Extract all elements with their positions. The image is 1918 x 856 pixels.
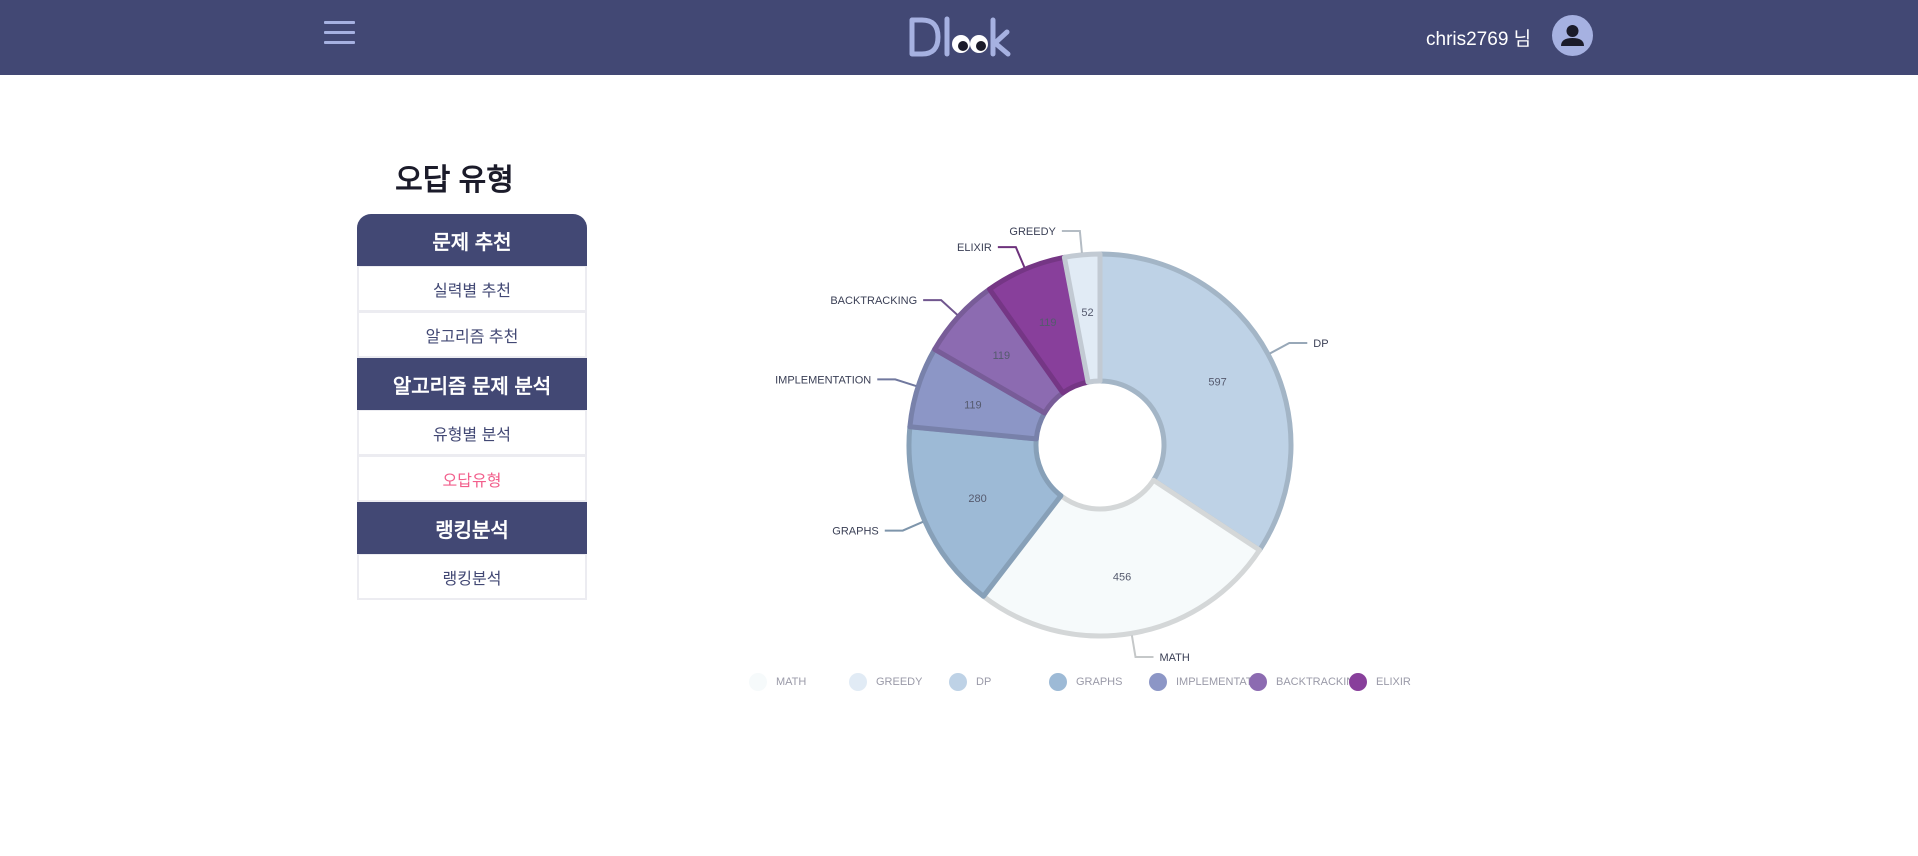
slice-label-graphs: GRAPHS (832, 526, 878, 538)
sidebar-section-algorithm-analysis[interactable]: 알고리즘 문제 분석 (357, 358, 587, 410)
sidebar-item-algorithm-recommendation[interactable]: 알고리즘 추천 (357, 312, 587, 358)
legend-item-greedy[interactable]: GREEDY (849, 670, 922, 694)
legend-swatch (1249, 673, 1267, 691)
legend-label: ELIXIR (1376, 676, 1411, 688)
slice-value-math: 456 (1113, 572, 1131, 584)
legend-swatch (1149, 673, 1167, 691)
legend-swatch (1349, 673, 1367, 691)
legend-swatch (949, 673, 967, 691)
legend-label: GREEDY (876, 676, 923, 688)
legend-label: GRAPHS (1076, 676, 1123, 688)
legend-item-dp[interactable]: DP (949, 670, 991, 694)
leader-line-backtracking (923, 299, 959, 316)
sidebar-item-skill-recommendation[interactable]: 실력별 추천 (357, 266, 587, 312)
sidebar-item-wrong-answer-types[interactable]: 오답유형 (357, 456, 587, 502)
chart-legend: MATH GREEDY DP GRAPHS IMPLEMENTATION BACKTRAC… (749, 670, 1449, 694)
legend-label: MATH (776, 676, 807, 688)
slice-value-greedy: 52 (1081, 307, 1093, 319)
leader-line-elixir (997, 246, 1026, 268)
slice-label-math: MATH (1160, 652, 1190, 664)
slice-label-greedy: GREEDY (1009, 226, 1056, 238)
legend-item-backtracking[interactable]: BACKTRACKING (1249, 670, 1360, 694)
user-avatar-icon[interactable] (1552, 15, 1593, 56)
username-label: chris2769 님 (1426, 29, 1532, 50)
legend-label: BACKTRACKING (1276, 676, 1360, 688)
slice-label-implementation: IMPLEMENTATION (775, 374, 871, 386)
legend-label: DP (976, 676, 992, 688)
sidebar-item-type-analysis[interactable]: 유형별 분석 (357, 410, 587, 456)
slice-label-elixir: ELIXIR (957, 242, 992, 254)
slice-value-backtracking: 119 (993, 350, 1011, 362)
slice-value-dp: 597 (1208, 377, 1226, 389)
legend-item-graphs[interactable]: GRAPHS (1049, 670, 1122, 694)
sidebar-section-problem-recommendation[interactable]: 문제 추천 (357, 214, 587, 266)
legend-item-math[interactable]: MATH (749, 670, 806, 694)
leader-line-math (1130, 635, 1154, 659)
leader-line-implementation (877, 378, 917, 388)
sidebar-item-ranking-analysis[interactable]: 랭킹분석 (357, 554, 587, 600)
slice-value-graphs: 280 (968, 493, 986, 505)
sidebar-section-ranking[interactable]: 랭킹분석 (357, 502, 587, 554)
legend-swatch (749, 673, 767, 691)
slice-value-implementation: 119 (964, 399, 982, 411)
top-navbar: chris2769 님 (0, 0, 1918, 75)
sidebar-nav: 문제 추천 실력별 추천 알고리즘 추천 알고리즘 문제 분석 유형별 분석 오… (357, 214, 587, 600)
leader-line-graphs (884, 520, 924, 532)
logo[interactable] (908, 14, 1012, 60)
leader-line-greedy (1061, 229, 1083, 253)
slice-value-elixir: 119 (1039, 317, 1057, 329)
leader-line-dp (1269, 342, 1308, 355)
wrong-answer-donut-chart: 597 DP 456 MATH 280 GRAPHS 119 IMPLEMENTATION 11… (775, 226, 1328, 664)
legend-item-implementation[interactable]: IMPLEMENTATION (1149, 670, 1260, 694)
slice-label-backtracking: BACKTRACKING (830, 295, 917, 307)
legend-swatch (849, 673, 867, 691)
legend-label: IMPLEMENTATION (1176, 676, 1260, 688)
hamburger-menu-icon[interactable] (324, 21, 356, 49)
legend-item-elixir[interactable]: ELIXIR (1349, 670, 1411, 694)
legend-swatch (1049, 673, 1067, 691)
page-title: 오답 유형 (395, 164, 514, 197)
slice-label-dp: DP (1313, 338, 1328, 350)
